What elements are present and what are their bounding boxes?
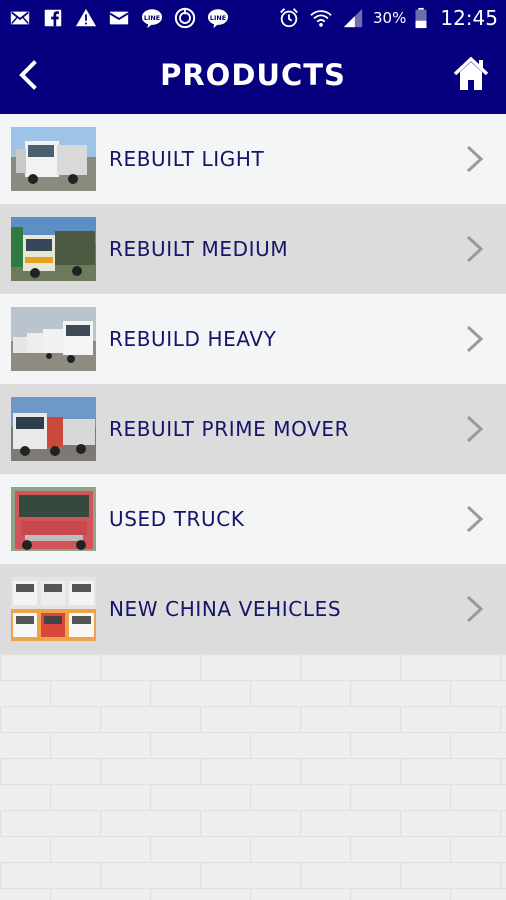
svg-text:LINE: LINE xyxy=(144,14,160,22)
truck-thumbnail xyxy=(11,397,96,461)
brick-wall-background xyxy=(0,654,506,900)
app-header: PRODUCTS xyxy=(0,36,506,114)
wifi-icon xyxy=(309,7,333,29)
list-item-used-truck[interactable]: USED TRUCK xyxy=(0,474,506,564)
back-button[interactable] xyxy=(12,58,44,92)
truck-thumbnail xyxy=(11,217,96,281)
item-label: NEW CHINA VEHICLES xyxy=(109,597,342,621)
clock: 12:45 xyxy=(440,6,498,30)
truck-thumbnail xyxy=(11,307,96,371)
chevron-right-icon xyxy=(466,145,484,173)
truck-thumbnail xyxy=(11,577,96,641)
list-item-rebuilt-medium[interactable]: REBUILT MEDIUM xyxy=(0,204,506,294)
system-icons: 30% 12:45 xyxy=(277,6,498,30)
svg-text:LINE: LINE xyxy=(210,14,226,22)
sync-icon xyxy=(173,7,197,29)
chevron-right-icon xyxy=(466,325,484,353)
truck-thumbnail xyxy=(11,487,96,551)
line-icon: LINE xyxy=(140,7,164,29)
chevron-right-icon xyxy=(466,505,484,533)
battery-percent: 30% xyxy=(373,9,407,27)
product-list: REBUILT LIGHT REBUILT MEDIUM REBUILD HEA… xyxy=(0,114,506,654)
chevron-right-icon xyxy=(466,595,484,623)
status-bar: LINE LINE 30% 12:45 xyxy=(0,0,506,36)
list-item-rebuild-heavy[interactable]: REBUILD HEAVY xyxy=(0,294,506,384)
facebook-icon xyxy=(41,7,65,29)
item-label: REBUILT MEDIUM xyxy=(109,237,289,261)
chevron-left-icon xyxy=(19,60,37,90)
list-item-rebuilt-prime-mover[interactable]: REBUILT PRIME MOVER xyxy=(0,384,506,474)
item-label: REBUILT PRIME MOVER xyxy=(109,417,350,441)
signal-icon xyxy=(341,7,365,29)
item-label: REBUILD HEAVY xyxy=(109,327,277,351)
list-item-new-china-vehicles[interactable]: NEW CHINA VEHICLES xyxy=(0,564,506,654)
alarm-icon xyxy=(277,7,301,29)
notification-icons: LINE LINE xyxy=(8,7,230,29)
chevron-right-icon xyxy=(466,235,484,263)
home-button[interactable] xyxy=(452,55,490,93)
item-label: REBUILT LIGHT xyxy=(109,147,265,171)
email-icon xyxy=(107,7,131,29)
warning-icon xyxy=(74,7,98,29)
home-icon xyxy=(453,56,489,90)
line-icon: LINE xyxy=(206,7,230,29)
item-label: USED TRUCK xyxy=(109,507,245,531)
battery-icon xyxy=(414,7,428,29)
chevron-right-icon xyxy=(466,415,484,443)
list-item-rebuilt-light[interactable]: REBUILT LIGHT xyxy=(0,114,506,204)
mail-icon xyxy=(8,7,32,29)
truck-thumbnail xyxy=(11,127,96,191)
page-title: PRODUCTS xyxy=(160,58,346,92)
